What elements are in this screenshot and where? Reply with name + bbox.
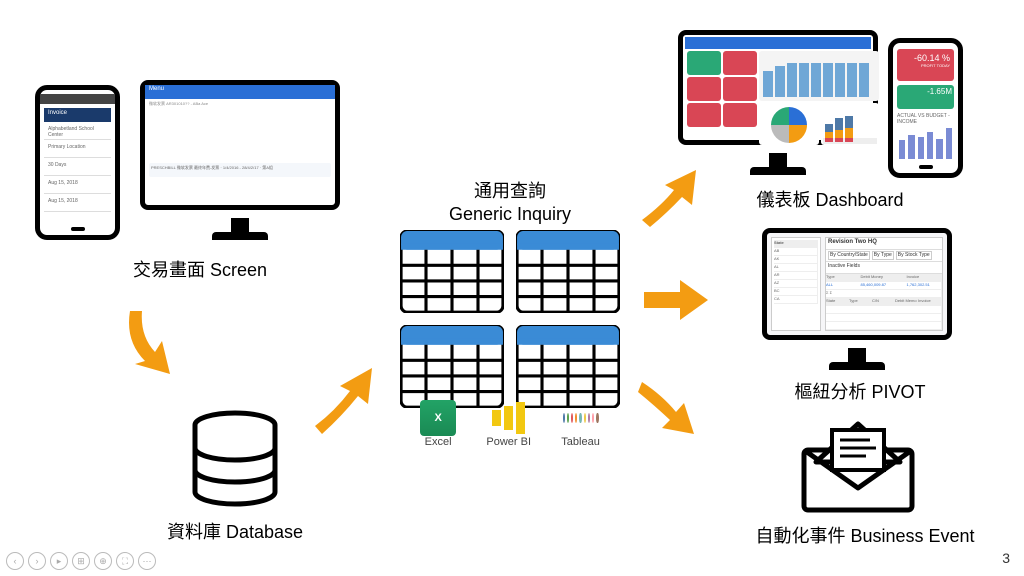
phone-kpi-mid: -1.65M xyxy=(897,85,954,109)
screen-label: 交易畫面 Screen xyxy=(60,256,340,282)
dashboard-phone-icon: -60.14 %PROFIT TODAY -1.65M ACTUAL VS BU… xyxy=(888,38,963,178)
nav-prev-icon[interactable]: ‹ xyxy=(6,552,24,570)
powerbi-icon xyxy=(491,400,527,436)
footer-nav: ‹ › ▸ ⊞ ⊕ ⛶ ⋯ xyxy=(6,552,156,570)
dashboard-label: 儀表板 Dashboard xyxy=(700,186,960,212)
dashboard-monitor-icon xyxy=(678,30,878,145)
phone-caption: ACTUAL VS BUDGET - INCOME xyxy=(897,113,958,125)
arrow-icon xyxy=(632,370,712,440)
tableau-icon xyxy=(563,400,599,436)
gi-title-zh: 通用查詢 xyxy=(474,181,546,201)
arrow-icon xyxy=(636,270,716,330)
phone-header: Invoice xyxy=(44,108,111,122)
database-icon xyxy=(185,410,285,510)
nav-more-icon[interactable]: ⋯ xyxy=(138,552,156,570)
monitor-data-row: PRESCHBILL 微软发票 最终年费-发票 · 1/4/2016 - 28/… xyxy=(149,163,331,177)
excel-label: Excel xyxy=(425,436,452,448)
phone-row: Primary Location xyxy=(44,140,111,158)
phone-row: 30 Days xyxy=(44,158,111,176)
nav-next-icon[interactable]: › xyxy=(28,552,46,570)
monitor-subheader: 微软发票 AR301010?? - ABa Ace xyxy=(145,99,335,149)
pivot-label: 樞紐分析 PIVOT xyxy=(740,378,980,404)
monitor-header: Menu xyxy=(145,85,335,99)
tableau-export: Tableau xyxy=(561,400,600,460)
phone-kpi-top: -60.14 % xyxy=(901,53,950,63)
arrow-icon xyxy=(300,356,390,446)
nav-play-icon[interactable]: ▸ xyxy=(50,552,68,570)
data-tables-icon xyxy=(400,230,620,400)
nav-zoom-icon[interactable]: ⊕ xyxy=(94,552,112,570)
nav-fullscreen-icon[interactable]: ⛶ xyxy=(116,552,134,570)
excel-export: X Excel xyxy=(420,400,456,460)
powerbi-label: Power BI xyxy=(486,436,531,448)
nav-grid-icon[interactable]: ⊞ xyxy=(72,552,90,570)
phone-bars-icon xyxy=(899,125,952,159)
powerbi-export: Power BI xyxy=(486,400,531,460)
page-number: 3 xyxy=(1002,550,1010,566)
phone-row: Aug 15, 2018 xyxy=(44,194,111,212)
monitor-screen-icon: Menu 微软发票 AR301010?? - ABa Ace PRESCHBIL… xyxy=(140,80,340,210)
database-label: 資料庫 Database xyxy=(110,518,360,544)
envelope-icon xyxy=(798,420,918,515)
business-event-label: 自動化事件 Business Event xyxy=(720,522,1010,548)
excel-icon: X xyxy=(420,400,456,436)
phone-icon: Invoice Alphabetland School Center Prima… xyxy=(35,85,120,240)
tableau-label: Tableau xyxy=(561,436,600,448)
arrow-icon xyxy=(110,296,200,386)
phone-row: Aug 15, 2018 xyxy=(44,176,111,194)
gi-title-en: Generic Inquiry xyxy=(449,204,571,224)
phone-row: Alphabetland School Center xyxy=(44,122,111,140)
pivot-monitor-icon: State AB AK AL AR AZ BC CA Revision Two … xyxy=(762,228,952,340)
